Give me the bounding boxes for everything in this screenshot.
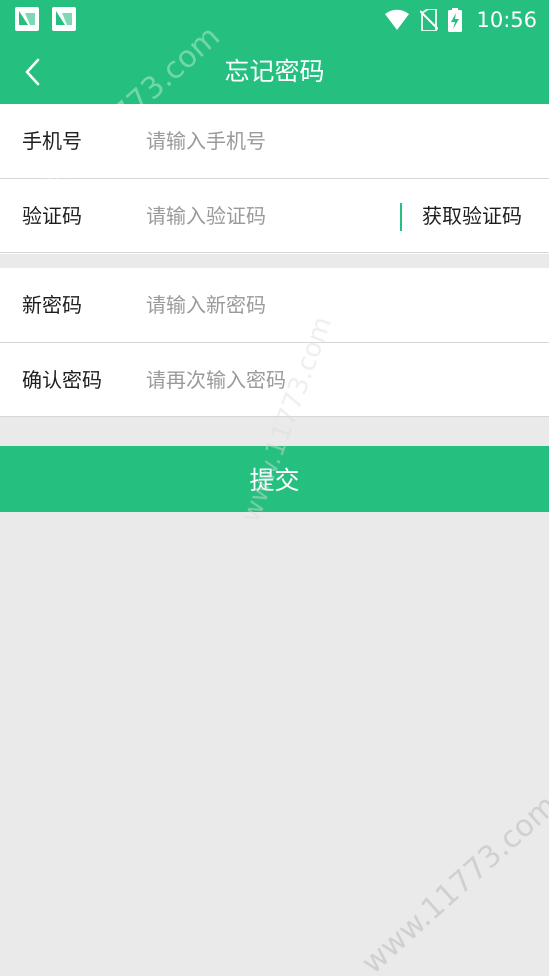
submit-button[interactable]: 提交 [0,446,549,512]
confirm-password-row: 确认密码 [0,343,549,417]
clock: 10:56 [476,8,537,32]
code-input[interactable] [146,196,386,236]
divider [400,203,402,231]
confirm-password-input[interactable] [146,360,386,400]
code-row: 验证码 获取验证码 [0,179,549,253]
battery-charging-icon [448,8,463,32]
phone-input[interactable] [146,121,386,161]
code-label: 验证码 [22,204,82,228]
new-password-input[interactable] [146,285,386,325]
no-sim-icon [420,9,439,31]
wifi-icon [385,9,410,31]
app-notification-icon [52,7,76,31]
account-fields-group: 手机号 验证码 获取验证码 [0,104,549,254]
status-bar: 10:56 [0,0,549,40]
confirm-password-label: 确认密码 [22,368,102,392]
phone-label: 手机号 [22,129,82,153]
get-code-button[interactable]: 获取验证码 [422,179,522,253]
app-bar: 忘记密码 [0,40,549,104]
phone-row: 手机号 [0,104,549,179]
page-title: 忘记密码 [224,57,325,86]
status-indicators: 10:56 [384,6,537,34]
new-password-row: 新密码 [0,268,549,343]
new-password-label: 新密码 [22,293,82,317]
watermark: www.11773.com [355,788,549,976]
app-notification-icon [15,7,39,31]
password-fields-group: 新密码 确认密码 [0,268,549,417]
